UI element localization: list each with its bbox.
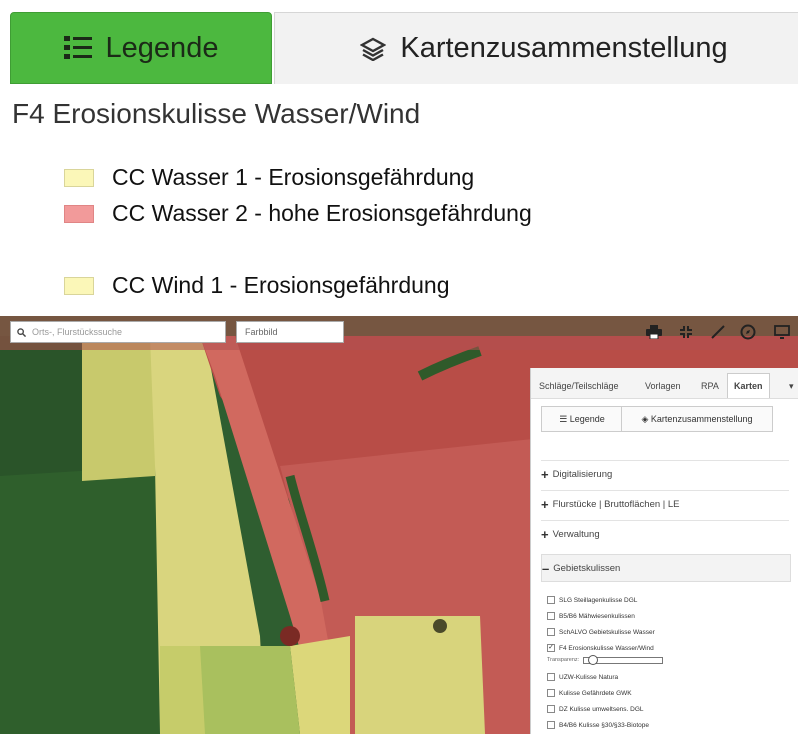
legend-item-label: CC Wind 1 - Erosionsgefährdung	[112, 272, 450, 298]
checkbox[interactable]	[547, 721, 555, 729]
list-icon	[63, 35, 92, 61]
legend-zoom: Legende Kartenzusammenstellung F4 Erosio…	[0, 0, 798, 316]
collapse-icon[interactable]	[676, 322, 696, 342]
checkbox-checked[interactable]: ✓	[547, 644, 555, 652]
checkbox[interactable]	[547, 705, 555, 713]
section-label: Gebietskulissen	[553, 562, 621, 574]
tab-kartenzusammenstellung[interactable]: Kartenzusammenstellung	[274, 12, 798, 84]
search-placeholder: Orts-, Flurstückssuche	[32, 327, 123, 337]
legend-tabs: Legende Kartenzusammenstellung	[10, 12, 798, 84]
checkbox[interactable]	[547, 612, 555, 620]
layer-label: B4/B6 Kulisse §30/§33-Biotope	[559, 721, 649, 729]
legend-swatch	[64, 204, 94, 223]
tab-vorlagen[interactable]: Vorlagen	[645, 374, 681, 398]
legend-swatch	[64, 168, 94, 187]
tab-karten[interactable]: Karten	[727, 373, 770, 398]
search-input[interactable]: Orts-, Flurstückssuche	[10, 321, 226, 343]
transparency-label: Transparenz:	[547, 657, 580, 663]
compass-icon[interactable]	[738, 322, 758, 342]
layer-toggle[interactable]: Kulisse Gefährdete GWK	[547, 687, 632, 699]
checkbox[interactable]	[547, 628, 555, 636]
checkbox[interactable]	[547, 596, 555, 604]
layer-panel: Schläge/Teilschläge Vorlagen RPA Karten …	[530, 368, 798, 734]
layer-label: DZ Kulisse umweltsens. DGL	[559, 705, 644, 713]
layers-icon	[360, 37, 387, 61]
legend-swatch	[64, 276, 94, 295]
plus-icon: +	[541, 496, 549, 512]
subtab-kartenzusammenstellung[interactable]: ◈ Kartenzusammenstellung	[621, 406, 773, 432]
section-digitalisierung[interactable]: + Digitalisierung	[541, 460, 789, 487]
tab-schlaege[interactable]: Schläge/Teilschläge	[539, 374, 619, 398]
layer-toggle[interactable]: SchALVO Gebietskulisse Wasser	[547, 626, 655, 638]
list-icon: ☰	[559, 414, 570, 424]
layer-label: UZW-Kulisse Natura	[559, 673, 619, 681]
layer-label: SchALVO Gebietskulisse Wasser	[559, 628, 655, 636]
legend-item: CC Wasser 1 - Erosionsgefährdung	[64, 164, 474, 191]
section-verwaltung[interactable]: + Verwaltung	[541, 520, 789, 547]
transparency-control: Transparenz:	[547, 654, 664, 665]
panel-subtabs: ☰ Legende ◈ Kartenzusammenstellung	[541, 406, 773, 432]
legend-heading: F4 Erosionskulisse Wasser/Wind	[12, 98, 421, 129]
tab-rpa[interactable]: RPA	[701, 374, 719, 398]
layer-label: B5/B6 Mähwiesenkulissen	[559, 612, 635, 620]
subtab-legende-label: Legende	[569, 414, 605, 424]
legend-item-label: CC Wasser 2 - hohe Erosionsgefährdung	[112, 200, 532, 226]
checkbox[interactable]	[547, 673, 555, 681]
tab-legende[interactable]: Legende	[10, 12, 272, 84]
tab-kartenzusammenstellung-label: Kartenzusammenstellung	[400, 32, 728, 64]
section-flurstuecke[interactable]: + Flurstücke | Bruttoflächen | LE	[541, 490, 789, 517]
section-label: Flurstücke | Bruttoflächen | LE	[552, 498, 680, 510]
layer-toggle[interactable]: DZ Kulisse umweltsens. DGL	[547, 703, 644, 715]
layer-toggle[interactable]: UZW-Kulisse Natura	[547, 671, 618, 683]
layer-toggle[interactable]: B4/B6 Kulisse §30/§33-Biotope	[547, 719, 649, 731]
layer-toggle[interactable]: B5/B6 Mähwiesenkulissen	[547, 610, 635, 622]
subtab-kartenzusammenstellung-label: Kartenzusammenstellung	[650, 414, 753, 424]
tab-more-icon[interactable]: ▾	[789, 374, 794, 398]
section-gebietskulissen[interactable]: – Gebietskulissen	[541, 554, 791, 582]
layers-icon: ◈	[641, 414, 651, 424]
legend-item-label: CC Wasser 1 - Erosionsgefährdung	[112, 164, 475, 190]
plus-icon: +	[541, 526, 549, 542]
search-icon	[17, 327, 26, 337]
transparency-slider[interactable]	[583, 654, 664, 665]
slider-knob[interactable]	[587, 654, 598, 665]
measure-icon[interactable]	[708, 322, 728, 342]
basemap-select[interactable]: Farbbild	[236, 321, 344, 343]
layer-label: SLG Steillagenkulisse DGL	[559, 596, 638, 604]
layer-label: Kulisse Gefährdete GWK	[559, 689, 632, 697]
monitor-icon[interactable]	[772, 322, 792, 342]
print-icon[interactable]	[644, 322, 664, 342]
section-label: Digitalisierung	[552, 468, 613, 480]
legend-item: CC Wind 1 - Erosionsgefährdung	[64, 272, 450, 299]
map-view[interactable]: Orts-, Flurstückssuche Farbbild Schläge/…	[0, 316, 798, 734]
subtab-legende[interactable]: ☰ Legende	[541, 406, 623, 432]
section-label: Verwaltung	[552, 528, 600, 540]
tab-legende-label: Legende	[105, 31, 219, 64]
legend-item: CC Wasser 2 - hohe Erosionsgefährdung	[64, 200, 532, 227]
map-toolbar: Orts-, Flurstückssuche Farbbild	[0, 316, 798, 350]
plus-icon: +	[541, 466, 549, 482]
layer-label: F4 Erosionskulisse Wasser/Wind	[559, 644, 654, 652]
checkbox[interactable]	[547, 689, 555, 697]
layer-toggle[interactable]: SLG Steillagenkulisse DGL	[547, 594, 637, 606]
minus-icon: –	[542, 560, 550, 576]
panel-tabs: Schläge/Teilschläge Vorlagen RPA Karten …	[531, 368, 798, 399]
layer-toggle-f4[interactable]: ✓ F4 Erosionskulisse Wasser/Wind	[547, 642, 654, 654]
